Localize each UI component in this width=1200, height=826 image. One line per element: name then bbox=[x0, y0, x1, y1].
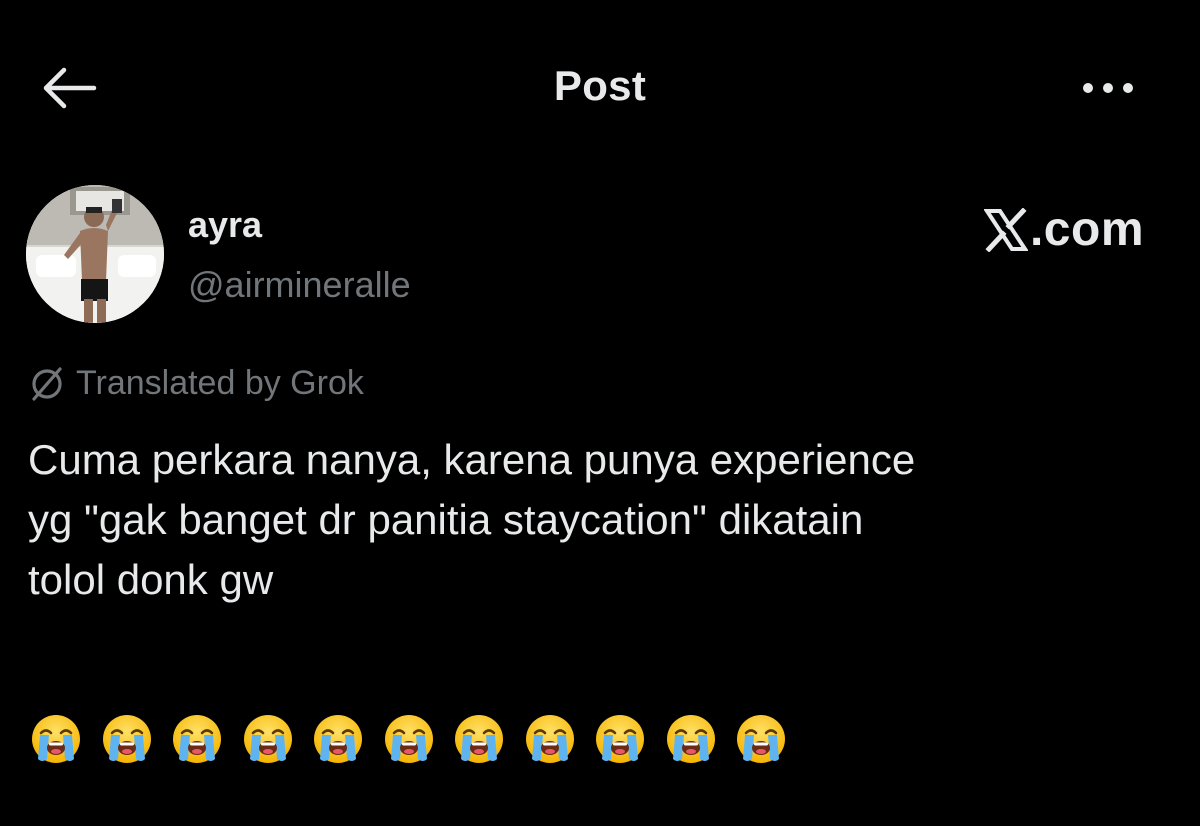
x-logo-icon bbox=[983, 207, 1028, 252]
loudly-crying-face-icon bbox=[596, 715, 644, 763]
loudly-crying-face-icon bbox=[455, 715, 503, 763]
loudly-crying-face-icon bbox=[173, 715, 221, 763]
loudly-crying-face-icon bbox=[102, 715, 151, 763]
more-horizontal-icon bbox=[1083, 83, 1133, 93]
loudly-crying-face-icon bbox=[666, 715, 715, 763]
translation-label: Translated by Grok bbox=[76, 364, 364, 402]
more-options-button[interactable] bbox=[1076, 68, 1140, 108]
translation-note: Translated by Grok bbox=[28, 364, 364, 403]
avatar[interactable] bbox=[26, 185, 164, 323]
post-text: Cuma perkara nanya, karena punya experie… bbox=[28, 436, 916, 603]
loudly-crying-face-icon bbox=[525, 715, 574, 763]
x-com-watermark: .com bbox=[983, 202, 1144, 257]
profile-photo bbox=[26, 185, 164, 323]
grok-icon bbox=[32, 366, 62, 401]
loudly-crying-face-icon bbox=[243, 715, 292, 763]
post-page: Post ayra @airmineralle .com Translated … bbox=[0, 0, 1200, 826]
emoji-row bbox=[30, 713, 787, 765]
loudly-crying-face-icon bbox=[314, 715, 362, 763]
brand-domain: .com bbox=[1029, 203, 1144, 256]
user-handle[interactable]: @airmineralle bbox=[188, 264, 411, 306]
page-title: Post bbox=[553, 62, 647, 109]
loudly-crying-face-icon bbox=[737, 715, 785, 763]
loudly-crying-face-icon bbox=[384, 715, 433, 763]
display-name[interactable]: ayra bbox=[188, 204, 262, 246]
loudly-crying-face-icon bbox=[32, 715, 80, 763]
